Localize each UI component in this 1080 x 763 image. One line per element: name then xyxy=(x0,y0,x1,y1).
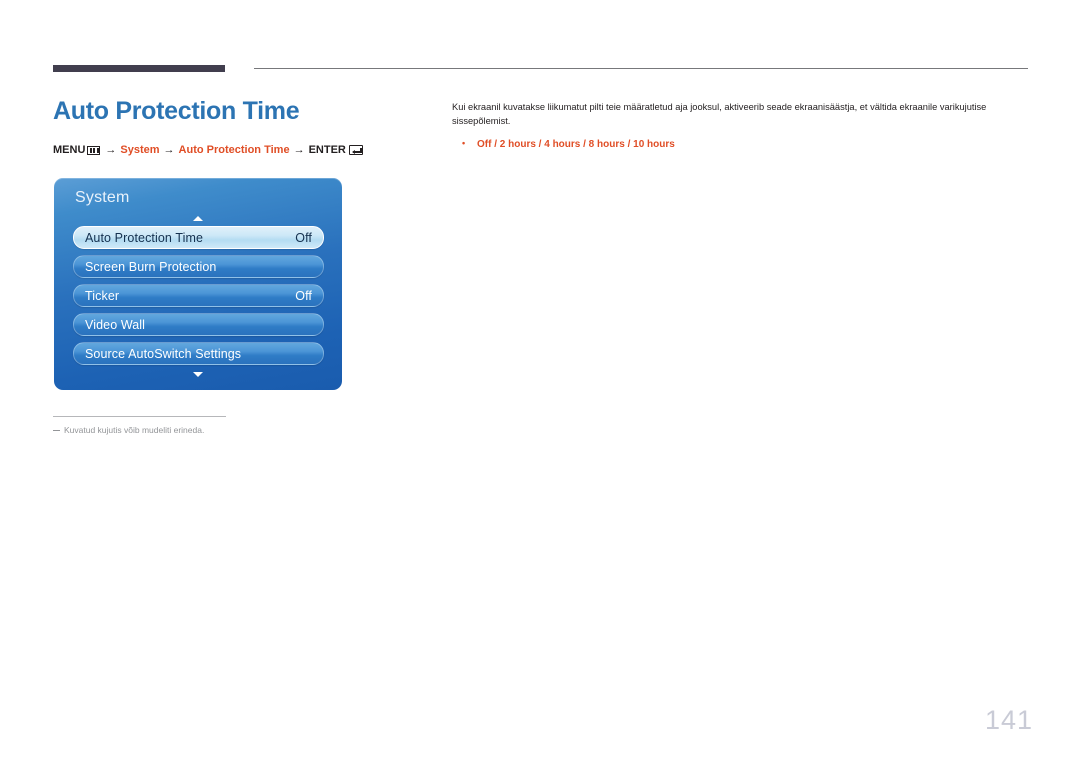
osd-row-label: Screen Burn Protection xyxy=(85,259,217,274)
osd-row-label: Auto Protection Time xyxy=(85,230,204,245)
page-header-rules xyxy=(0,0,1080,90)
osd-row-auto-protection-time[interactable]: Auto Protection Time Off xyxy=(73,226,324,249)
osd-row-value: Off xyxy=(295,230,312,245)
enter-return-icon xyxy=(348,145,363,155)
footnote-dash-icon xyxy=(53,430,60,431)
footnote-block: Kuvatud kujutis võib mudeliti erineda. xyxy=(53,416,353,436)
osd-row-ticker[interactable]: Ticker Off xyxy=(73,284,324,307)
osd-row-source-autoswitch-settings[interactable]: Source AutoSwitch Settings xyxy=(73,342,324,365)
breadcrumb-arrow-2: → xyxy=(163,143,175,156)
osd-row-label: Source AutoSwitch Settings xyxy=(85,346,242,361)
options-bullet-list: Off / 2 hours / 4 hours / 8 hours / 10 h… xyxy=(452,137,992,152)
description-paragraph: Kui ekraanil kuvatakse liikumatut pilti … xyxy=(452,102,987,127)
breadcrumb-item-auto-protection-time[interactable]: Auto Protection Time xyxy=(179,144,290,156)
breadcrumb: MENU → System → Auto Protection Time → E… xyxy=(53,143,433,156)
list-item: Off / 2 hours / 4 hours / 8 hours / 10 h… xyxy=(452,137,992,152)
page-number: 141 xyxy=(984,705,1033,735)
triangle-up-icon[interactable] xyxy=(193,216,203,221)
osd-menu-list: Auto Protection Time Off Screen Burn Pro… xyxy=(73,226,324,371)
footnote-text: Kuvatud kujutis võib mudeliti erineda. xyxy=(64,425,205,435)
osd-row-label: Ticker xyxy=(85,288,120,303)
footnote-row: Kuvatud kujutis võib mudeliti erineda. xyxy=(53,425,353,436)
right-column: Kui ekraanil kuvatakse liikumatut pilti … xyxy=(452,100,992,152)
osd-row-screen-burn-protection[interactable]: Screen Burn Protection xyxy=(73,255,324,278)
osd-row-value: Off xyxy=(295,288,312,303)
osd-row-video-wall[interactable]: Video Wall xyxy=(73,313,324,336)
menu-grid-icon xyxy=(87,145,101,155)
header-thick-rule xyxy=(53,65,225,72)
page-title: Auto Protection Time xyxy=(53,97,300,125)
triangle-down-icon[interactable] xyxy=(193,372,203,377)
left-column: Auto Protection Time MENU → System → Aut… xyxy=(53,97,433,156)
breadcrumb-arrow-1: → xyxy=(105,143,117,156)
breadcrumb-item-system[interactable]: System xyxy=(120,144,159,156)
footnote-divider xyxy=(53,416,226,417)
breadcrumb-menu-label: MENU xyxy=(53,143,86,156)
breadcrumb-arrow-3: → xyxy=(293,143,305,156)
options-values: Off / 2 hours / 4 hours / 8 hours / 10 h… xyxy=(477,138,675,150)
breadcrumb-enter-label: ENTER xyxy=(308,143,346,156)
osd-menu-panel: System Auto Protection Time Off Screen B… xyxy=(54,178,342,390)
header-thin-rule xyxy=(254,68,1028,69)
osd-panel-title: System xyxy=(75,189,130,206)
osd-row-label: Video Wall xyxy=(85,317,146,332)
